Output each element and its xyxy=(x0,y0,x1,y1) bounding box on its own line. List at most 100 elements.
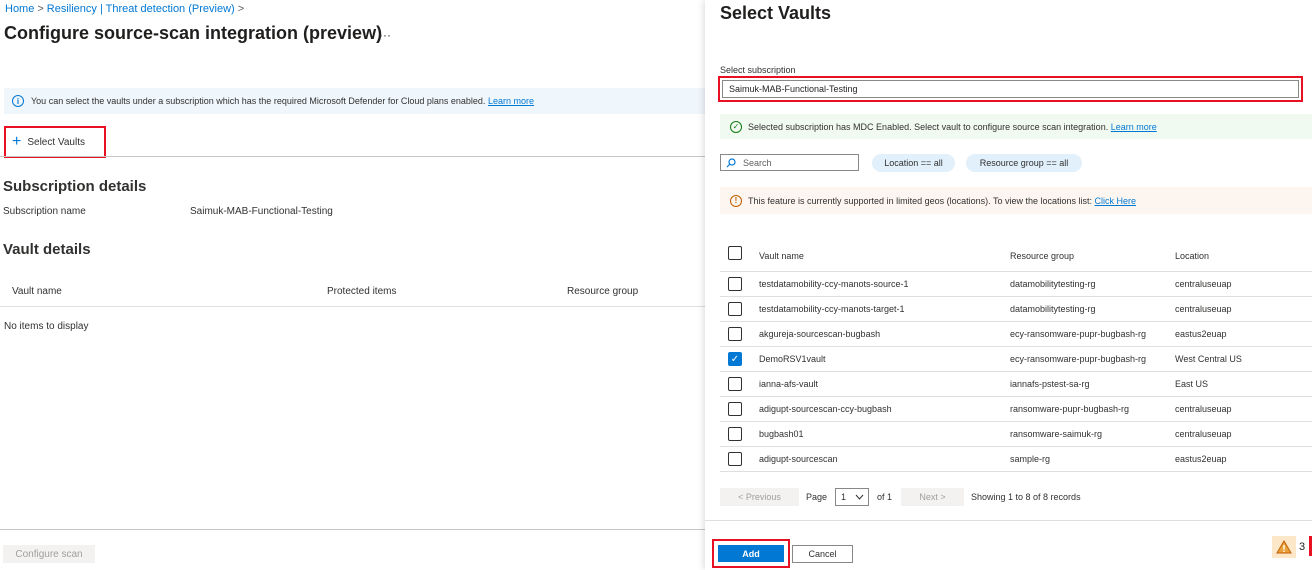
resource-group-cell: datamobilitytesting-rg xyxy=(1010,279,1096,289)
column-header-protected-items[interactable]: Protected items xyxy=(327,286,396,297)
page-of-label: of 1 xyxy=(877,492,893,502)
info-icon: i xyxy=(12,95,24,107)
column-header-vault-name[interactable]: Vault name xyxy=(759,251,804,261)
warning-triangle-icon xyxy=(1272,536,1296,558)
subscription-name-label: Subscription name xyxy=(3,206,86,217)
breadcrumb-home[interactable]: Home xyxy=(5,3,34,15)
vaults-table: Vault name Resource group Location testd… xyxy=(720,243,1312,472)
check-circle-icon: ✓ xyxy=(730,120,742,133)
column-header-resource-group[interactable]: Resource group xyxy=(1010,251,1074,261)
resource-group-filter-pill[interactable]: Resource group == all xyxy=(966,154,1082,172)
blade-footer-divider xyxy=(705,520,1312,521)
next-page-button[interactable]: Next > xyxy=(901,488,964,506)
column-header-location[interactable]: Location xyxy=(1175,251,1209,261)
warning-icon: ! xyxy=(730,194,742,207)
warning-banner: ! This feature is currently supported in… xyxy=(720,187,1312,214)
breadcrumb-separator: > xyxy=(37,3,44,15)
location-cell: East US xyxy=(1175,379,1209,389)
subscription-details-heading: Subscription details xyxy=(3,178,147,195)
cancel-button[interactable]: Cancel xyxy=(792,545,853,563)
select-all-checkbox[interactable] xyxy=(728,246,742,260)
empty-state-text: No items to display xyxy=(4,321,89,332)
row-checkbox[interactable] xyxy=(728,402,742,416)
add-button-highlight: Add xyxy=(712,539,790,568)
vault-name-cell: DemoRSV1vault xyxy=(759,354,826,364)
grid-header-divider xyxy=(0,306,705,307)
resource-group-cell: datamobilitytesting-rg xyxy=(1010,304,1096,314)
plus-icon: + xyxy=(12,133,22,150)
row-checkbox[interactable] xyxy=(728,327,742,341)
search-placeholder: Search xyxy=(743,157,772,168)
location-cell: eastus2euap xyxy=(1175,329,1227,339)
vault-name-cell: testdatamobility-ccy-manots-source-1 xyxy=(759,279,909,289)
location-cell: centraluseuap xyxy=(1175,429,1232,439)
table-row[interactable]: ianna-afs-vault iannafs-pstest-sa-rg Eas… xyxy=(720,372,1312,397)
add-button[interactable]: Add xyxy=(718,545,784,562)
info-banner: i You can select the vaults under a subs… xyxy=(4,88,705,114)
breadcrumb-resiliency[interactable]: Resiliency | Threat detection (Preview) xyxy=(47,3,235,15)
table-row[interactable]: bugbash01 ransomware-saimuk-rg centralus… xyxy=(720,422,1312,447)
footer-divider xyxy=(0,529,705,530)
resource-group-cell: ecy-ransomware-pupr-bugbash-rg xyxy=(1010,329,1147,339)
resource-group-cell: ransomware-saimuk-rg xyxy=(1010,429,1103,439)
vault-name-cell: adigupt-sourcescan-ccy-bugbash xyxy=(759,404,892,414)
table-row[interactable]: testdatamobility-ccy-manots-source-1 dat… xyxy=(720,272,1312,297)
blade-title: Select Vaults xyxy=(720,3,832,23)
notifications-badge[interactable]: 3 xyxy=(1272,535,1312,559)
click-here-link[interactable]: Click Here xyxy=(1095,196,1137,206)
subscription-dropdown-highlight: Saimuk-MAB-Functional-Testing xyxy=(718,76,1303,102)
location-cell: eastus2euap xyxy=(1175,454,1227,464)
table-row[interactable]: testdatamobility-ccy-manots-target-1 dat… xyxy=(720,297,1312,322)
select-vaults-label: Select Vaults xyxy=(27,136,85,148)
location-cell: centraluseuap xyxy=(1175,304,1232,314)
breadcrumb: Home > Resiliency | Threat detection (Prev… xyxy=(5,3,247,15)
page-label: Page xyxy=(806,492,828,502)
info-text: You can select the vaults under a subscr… xyxy=(31,96,486,106)
subscription-dropdown[interactable]: Saimuk-MAB-Functional-Testing xyxy=(722,80,1299,98)
column-header-resource-group[interactable]: Resource group xyxy=(567,286,638,297)
success-text: Selected subscription has MDC Enabled. S… xyxy=(748,121,1109,132)
location-filter-pill[interactable]: Location == all xyxy=(872,154,955,172)
vault-name-cell: testdatamobility-ccy-manots-target-1 xyxy=(759,304,905,314)
row-checkbox[interactable] xyxy=(728,302,742,316)
success-learn-more-link[interactable]: Learn more xyxy=(1111,122,1157,132)
command-bar-divider xyxy=(0,156,705,157)
more-options-button[interactable]: ··· xyxy=(379,28,391,42)
vault-name-cell: akgureja-sourcescan-bugbash xyxy=(759,329,881,339)
subscription-name-value: Saimuk-MAB-Functional-Testing xyxy=(190,206,333,217)
table-row[interactable]: ✓ DemoRSV1vault ecy-ransomware-pupr-bugb… xyxy=(720,347,1312,372)
info-learn-more-link[interactable]: Learn more xyxy=(488,96,534,106)
vault-name-cell: ianna-afs-vault xyxy=(759,379,819,389)
page-number-dropdown[interactable]: 1 xyxy=(835,488,869,506)
resource-group-cell: sample-rg xyxy=(1010,454,1051,464)
row-checkbox[interactable] xyxy=(728,277,742,291)
location-cell: centraluseuap xyxy=(1175,279,1232,289)
chevron-down-icon xyxy=(855,494,864,500)
search-input[interactable]: Search xyxy=(720,154,859,171)
vault-name-cell: bugbash01 xyxy=(759,429,804,439)
resource-group-cell: ecy-ransomware-pupr-bugbash-rg xyxy=(1010,354,1147,364)
table-row[interactable]: akgureja-sourcescan-bugbash ecy-ransomwa… xyxy=(720,322,1312,347)
location-cell: centraluseuap xyxy=(1175,404,1232,414)
previous-page-button[interactable]: < Previous xyxy=(720,488,799,506)
configure-scan-button[interactable]: Configure scan xyxy=(3,545,95,563)
vault-name-cell: adigupt-sourcescan xyxy=(759,454,838,464)
table-row[interactable]: adigupt-sourcescan sample-rg eastus2euap xyxy=(720,447,1312,472)
main-page: Home > Resiliency | Threat detection (Prev… xyxy=(0,0,705,570)
search-icon xyxy=(726,157,736,167)
breadcrumb-separator: > xyxy=(237,3,245,15)
table-header-row: Vault name Resource group Location xyxy=(720,243,1312,272)
warning-text: This feature is currently supported in l… xyxy=(748,195,1092,206)
row-checkbox[interactable] xyxy=(728,427,742,441)
page-number-value: 1 xyxy=(841,492,847,502)
column-header-vault-name[interactable]: Vault name xyxy=(12,286,62,297)
table-row[interactable]: adigupt-sourcescan-ccy-bugbash ransomwar… xyxy=(720,397,1312,422)
resource-group-cell: ransomware-pupr-bugbash-rg xyxy=(1010,404,1130,414)
row-checkbox-checked[interactable]: ✓ xyxy=(728,352,742,366)
row-checkbox[interactable] xyxy=(728,452,742,466)
row-checkbox[interactable] xyxy=(728,377,742,391)
page-title: Configure source-scan integration (previ… xyxy=(4,23,383,43)
subscription-field-label: Select subscription xyxy=(720,65,796,75)
vault-details-heading: Vault details xyxy=(3,241,91,258)
select-vaults-button[interactable]: + Select Vaults xyxy=(4,126,106,158)
